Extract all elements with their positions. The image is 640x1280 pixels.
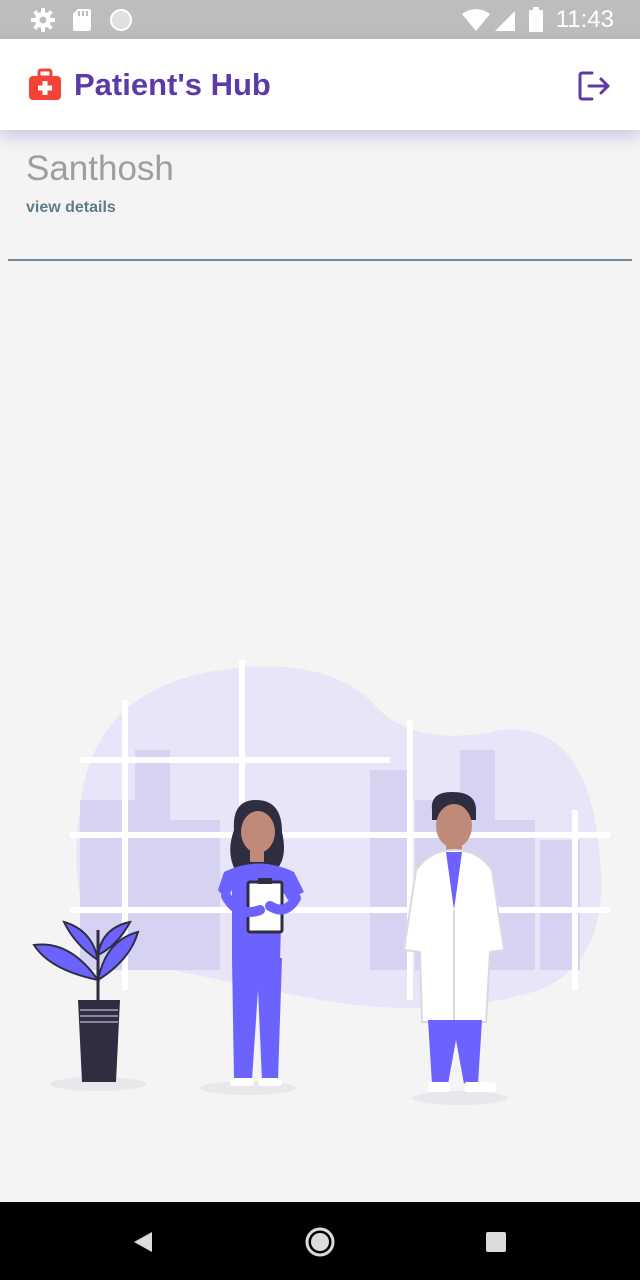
status-time: 11:43 [555,6,614,33]
home-button[interactable] [300,1222,340,1262]
view-details-link[interactable]: view details [26,198,116,218]
settings-icon [30,0,56,39]
sd-card-icon [72,0,92,39]
doctors-illustration [20,660,620,1110]
recents-icon [486,1232,506,1252]
back-button[interactable] [124,1222,164,1262]
navigation-bar [0,1202,640,1280]
app-title: Patient's Hub [74,67,271,102]
first-aid-kit-icon [28,68,62,102]
logout-button[interactable] [576,68,612,104]
circle-icon [109,0,133,39]
signal-icon [493,0,517,39]
divider [8,259,632,261]
wifi-icon [461,0,491,39]
recents-button[interactable] [476,1222,516,1262]
logout-icon [578,71,610,101]
app-bar: Patient's Hub [0,39,640,130]
home-icon [305,1227,335,1257]
back-icon [134,1232,152,1252]
battery-icon [528,0,544,39]
patient-name: Santhosh [26,149,174,188]
status-bar: 11:43 [0,0,640,39]
